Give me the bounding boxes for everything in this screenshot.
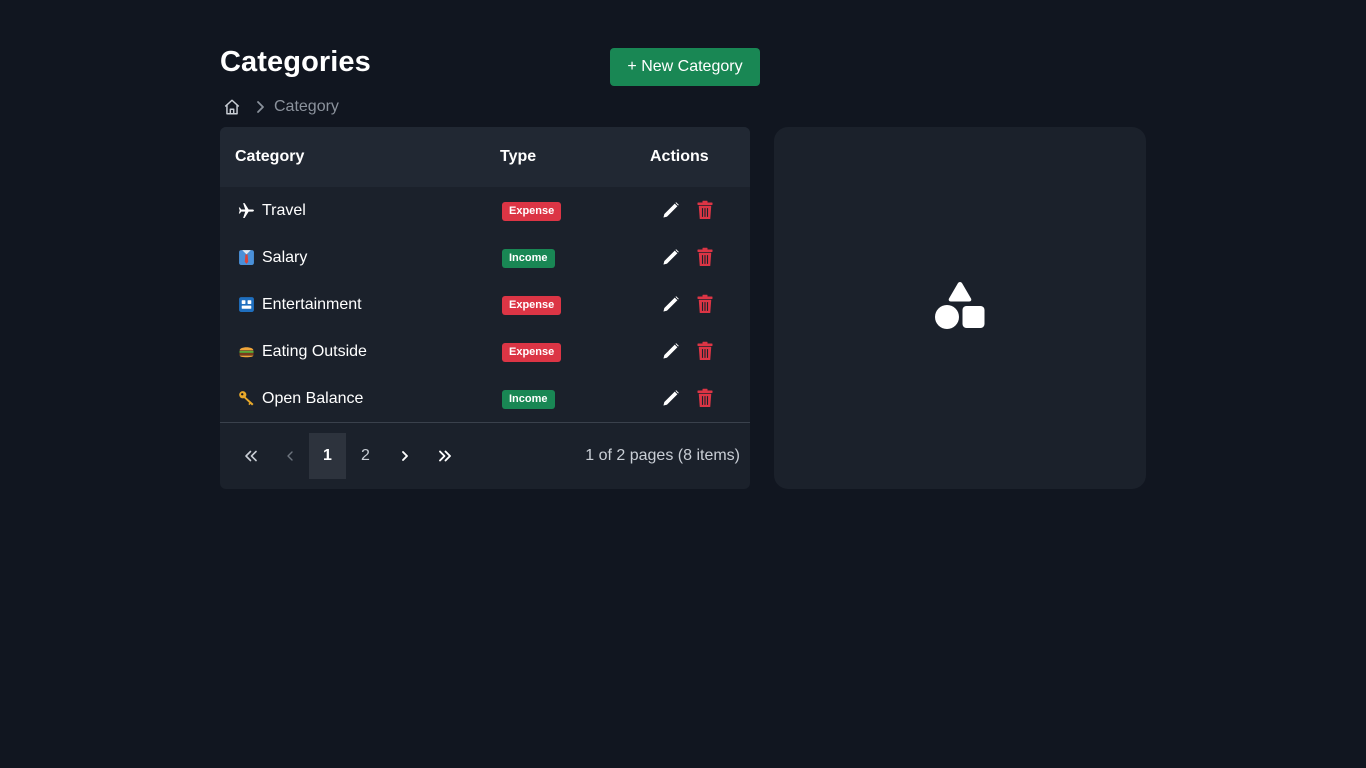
category-name: Eating Outside [262,342,367,360]
edit-button[interactable] [660,246,682,268]
table-row: Travel Expense [220,187,750,234]
last-page-button[interactable] [426,433,463,479]
new-category-button[interactable]: + New Category [610,48,760,86]
type-badge: Expense [502,343,562,362]
delete-button[interactable] [694,293,716,315]
type-badge: Income [502,249,555,268]
category-name: Salary [262,248,308,266]
type-badge: Expense [502,202,562,221]
pencil-icon [662,247,681,266]
table-header: Category Type Actions [220,127,750,187]
column-header-type: Type [500,148,537,165]
category-name: Travel [262,201,306,219]
edit-button[interactable] [660,340,682,362]
table-divider [220,422,750,423]
page-info: 1 of 2 pages (8 items) [585,447,740,464]
table-row: Entertainment Expense [220,281,750,328]
breadcrumb: Category [222,96,339,118]
prev-page-button[interactable] [271,433,308,479]
home-icon[interactable] [222,97,242,117]
delete-button[interactable] [694,387,716,409]
table-row: Salary Income [220,234,750,281]
airplane-icon [237,202,255,220]
delete-button[interactable] [694,340,716,362]
chevron-left-icon [286,451,293,461]
page-button-1[interactable]: 1 [309,433,346,479]
category-cell: Salary [237,234,307,281]
category-cell: Entertainment [237,281,362,328]
trash-icon [697,200,713,219]
categories-table: Category Type Actions Travel Expense Sal… [220,127,750,489]
chevron-right-icon [401,451,408,461]
chevron-right-icon [252,99,268,115]
category-name: Entertainment [262,295,362,313]
column-header-category: Category [235,148,305,165]
breadcrumb-current: Category [274,98,339,115]
delete-button[interactable] [694,199,716,221]
key-icon [237,390,255,408]
category-cell: Eating Outside [237,328,367,375]
side-panel [774,127,1146,489]
trash-icon [697,388,713,407]
double-chevron-left-icon [244,450,257,462]
edit-button[interactable] [660,387,682,409]
type-badge: Income [502,390,555,409]
page-title: Categories [220,46,371,78]
burger-icon [237,343,255,361]
category-cell: Open Balance [237,375,363,422]
trash-icon [697,247,713,266]
next-page-button[interactable] [386,433,423,479]
double-chevron-right-icon [438,450,451,462]
game-panel-icon [237,296,255,314]
trash-icon [697,294,713,313]
shapes-icon [934,281,986,336]
page-button-2[interactable]: 2 [347,433,384,479]
pencil-icon [662,341,681,360]
edit-button[interactable] [660,293,682,315]
trash-icon [697,341,713,360]
table-row: Open Balance Income [220,375,750,422]
pagination: 1 2 1 of 2 pages (8 items) [220,433,750,479]
column-header-actions: Actions [650,148,709,165]
delete-button[interactable] [694,246,716,268]
first-page-button[interactable] [232,433,269,479]
table-row: Eating Outside Expense [220,328,750,375]
category-cell: Travel [237,187,306,234]
necktie-shirt-icon [237,249,255,267]
pencil-icon [662,200,681,219]
pencil-icon [662,388,681,407]
pencil-icon [662,294,681,313]
category-name: Open Balance [262,389,364,407]
type-badge: Expense [502,296,562,315]
edit-button[interactable] [660,199,682,221]
